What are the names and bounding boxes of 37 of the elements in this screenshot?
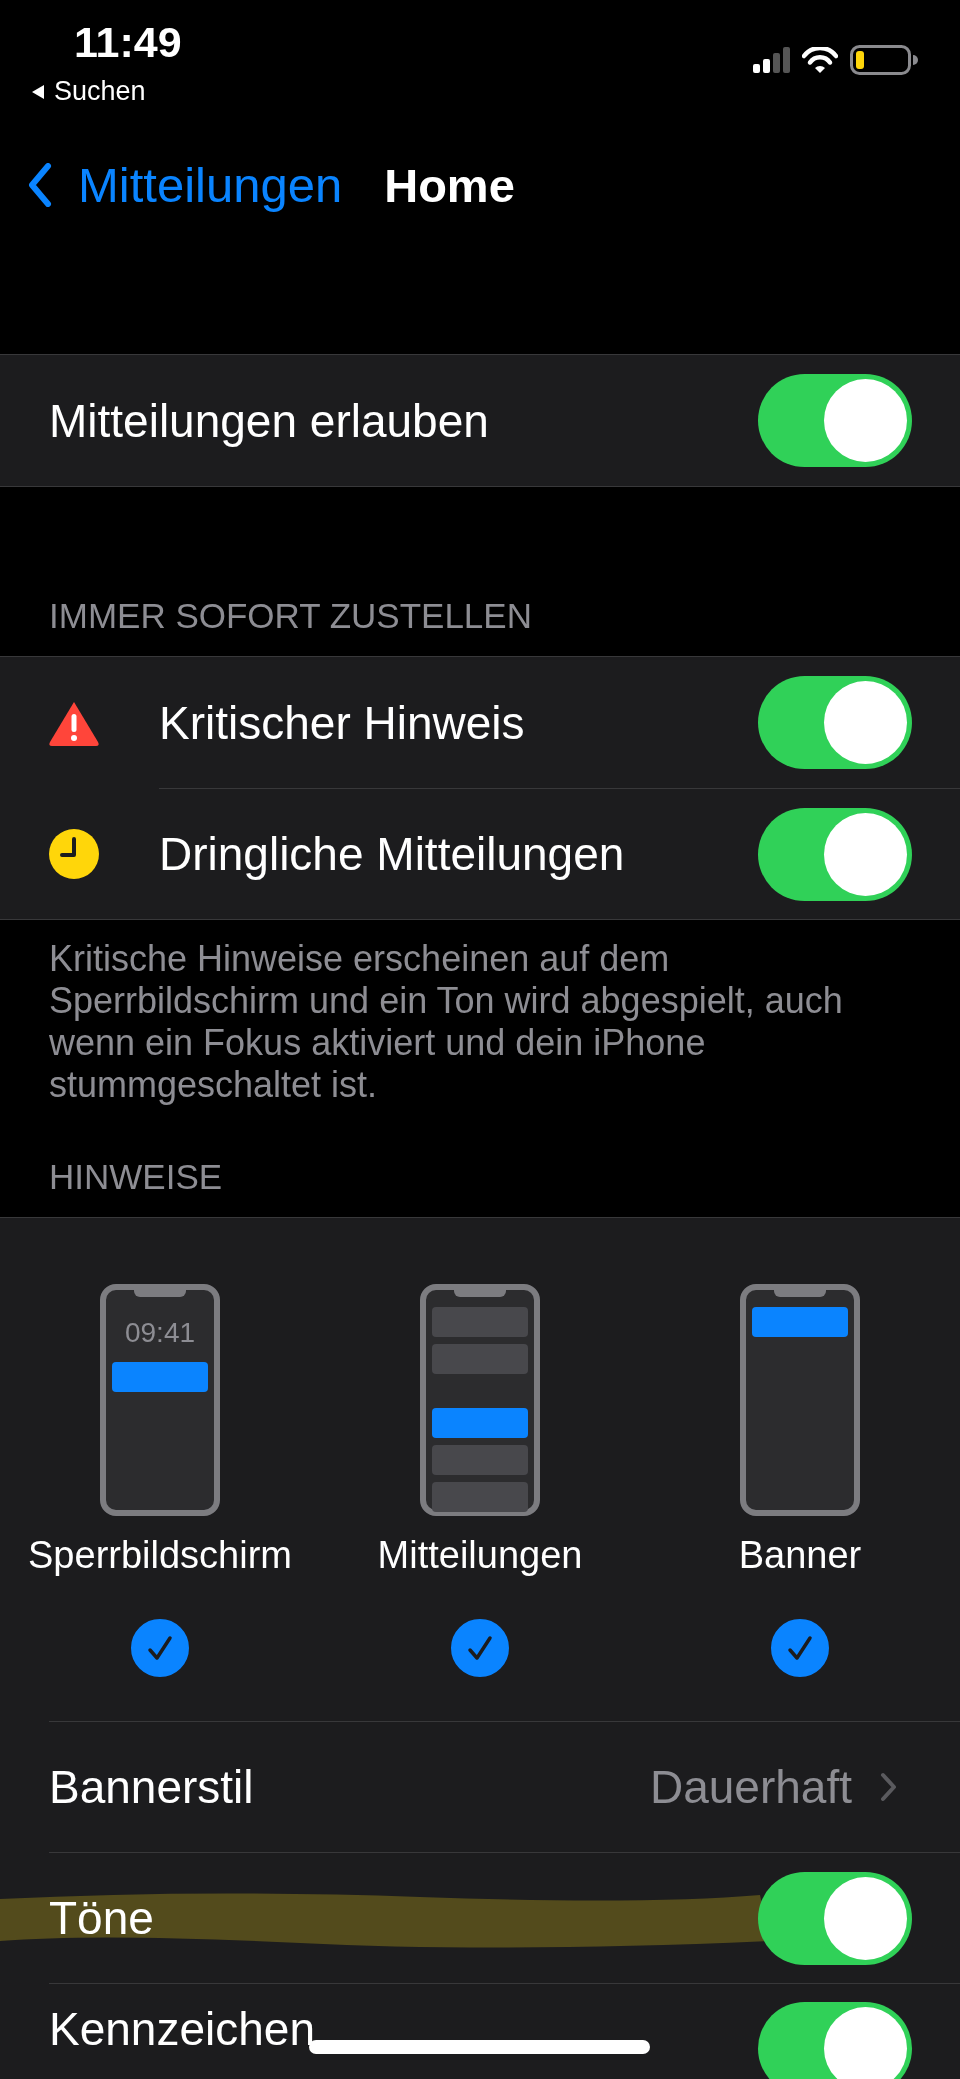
style-label: Sperrbildschirm bbox=[28, 1534, 292, 1577]
checkmark-icon bbox=[146, 1635, 174, 1661]
signal-icon bbox=[753, 47, 790, 73]
chevron-right-icon bbox=[880, 1772, 898, 1802]
chevron-left-icon bbox=[28, 163, 52, 207]
phone-frame-drawing[interactable]: 09:41 bbox=[100, 1284, 220, 1516]
wifi-icon bbox=[802, 46, 838, 74]
row-label: Kritischer Hinweis bbox=[159, 695, 525, 750]
row-value: Dauerhaft bbox=[650, 1760, 852, 1814]
row-label: Töne bbox=[49, 1891, 154, 1945]
style-label: Mitteilungen bbox=[377, 1534, 583, 1577]
checkmark-icon bbox=[786, 1635, 814, 1661]
preview-time: 09:41 bbox=[124, 1317, 196, 1349]
phone-frame-drawing[interactable] bbox=[420, 1284, 540, 1516]
checkmark-circle[interactable] bbox=[771, 1619, 829, 1677]
section-header: HINWEISE bbox=[48, 1156, 224, 1198]
phone-frame-drawing[interactable] bbox=[740, 1284, 860, 1516]
checkmark-icon bbox=[466, 1635, 494, 1661]
status-time: 11:49 bbox=[74, 18, 182, 66]
checkmark-circle[interactable] bbox=[451, 1619, 509, 1677]
back-triangle-icon bbox=[30, 82, 46, 101]
section-footer-text: Kritische Hinweise erscheinen auf dem Sperrbildschirm und ein Ton wird abgespielt, auch wenn ein Fokus aktiviert und dein iPhone stummgeschaltet ist. bbox=[48, 937, 844, 1106]
checkmark-circle[interactable] bbox=[131, 1619, 189, 1677]
phone-notch bbox=[774, 1289, 826, 1297]
clock-icon bbox=[47, 827, 100, 880]
back-button[interactable]: Mitteilungen bbox=[28, 157, 343, 213]
row-label: Mitteilungen erlauben bbox=[49, 393, 489, 448]
row-label: Bannerstil bbox=[49, 1760, 254, 1814]
phone-notch bbox=[134, 1289, 186, 1297]
row-label: Kennzeichen bbox=[49, 2002, 315, 2056]
phone-notch bbox=[454, 1289, 506, 1297]
back-to-app-link[interactable]: Suchen bbox=[30, 76, 182, 107]
row-label: Dringliche Mitteilungen bbox=[159, 827, 625, 881]
style-label: Banner bbox=[738, 1534, 862, 1577]
battery-icon bbox=[850, 45, 918, 75]
section-header: IMMER SOFORT ZUSTELLEN bbox=[48, 595, 533, 637]
page-title: Home bbox=[384, 157, 515, 213]
